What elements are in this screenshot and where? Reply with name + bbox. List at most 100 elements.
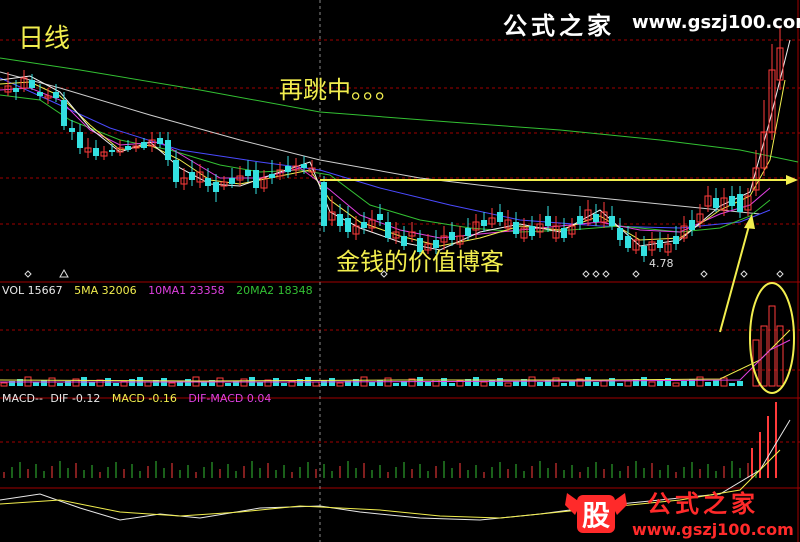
macd-value: MACD -0.16 bbox=[111, 392, 177, 405]
candle-down bbox=[173, 160, 179, 182]
signal-diamond bbox=[632, 270, 640, 278]
candle-down bbox=[361, 222, 367, 228]
signal-triangle bbox=[59, 268, 69, 278]
annotation-top: 再跳中。。。 bbox=[279, 76, 399, 104]
ma-line-magenta bbox=[0, 87, 771, 239]
volume-bar bbox=[225, 383, 231, 386]
candle-down bbox=[157, 138, 163, 144]
candle-down bbox=[93, 148, 99, 156]
candle-down bbox=[625, 236, 631, 248]
candle-down bbox=[37, 92, 43, 96]
volume-bar bbox=[432, 379, 440, 387]
volume-bar bbox=[696, 376, 704, 387]
candle-down bbox=[529, 226, 535, 236]
annotation-watermark-blog: 金钱的价值博客 bbox=[336, 248, 504, 276]
candle-down bbox=[141, 142, 147, 148]
candle-down bbox=[337, 214, 343, 226]
volume-bar bbox=[257, 382, 263, 386]
candle-down bbox=[545, 216, 551, 226]
vol-ma-line bbox=[0, 339, 791, 383]
period-label: 日线 bbox=[18, 24, 71, 54]
volume-bar bbox=[41, 380, 47, 386]
signal-diamond bbox=[582, 270, 590, 278]
candle-down bbox=[481, 220, 487, 226]
volume-bar bbox=[609, 378, 615, 386]
candle-down bbox=[269, 174, 275, 178]
low-price-label: 4.78 bbox=[649, 257, 674, 270]
volume-bar bbox=[377, 380, 383, 386]
candle-down bbox=[657, 240, 663, 248]
candle-down bbox=[737, 194, 743, 212]
volume-bar bbox=[144, 381, 152, 387]
candle-down bbox=[713, 198, 719, 208]
volume-bar bbox=[720, 377, 728, 387]
volume-bar bbox=[504, 382, 512, 387]
candle-down bbox=[609, 216, 615, 226]
candle-down bbox=[377, 214, 383, 220]
volume-bar bbox=[672, 382, 680, 387]
volume-indicator-bar: VOL 15667 5MA 32006 10MA1 23358 20MA2 18… bbox=[2, 284, 321, 297]
volume-bar bbox=[369, 382, 375, 386]
volume-bar-spike bbox=[776, 325, 784, 387]
watermark-url: www.gszj100.com bbox=[632, 520, 794, 539]
vol-value: VOL 15667 bbox=[2, 284, 63, 297]
volume-bar bbox=[737, 381, 743, 386]
candle-down bbox=[729, 196, 735, 206]
signal-diamond bbox=[602, 270, 610, 278]
volume-bar bbox=[57, 383, 63, 386]
macd-dif: DIF -0.12 bbox=[50, 392, 101, 405]
candle-down bbox=[497, 212, 503, 222]
volume-bar bbox=[89, 382, 95, 386]
site-brand-url: www.gszj100.com bbox=[632, 12, 800, 33]
candle-down bbox=[213, 182, 219, 192]
watermark-logo: 股 bbox=[565, 493, 627, 533]
vol-ma10: 10MA1 23358 bbox=[148, 284, 225, 297]
volume-bar bbox=[0, 382, 8, 387]
volume-bar bbox=[552, 377, 560, 387]
volume-bar bbox=[393, 383, 399, 386]
breakout-arrow-line bbox=[719, 221, 751, 333]
candle-down bbox=[109, 150, 115, 152]
volume-bar bbox=[641, 377, 647, 386]
signal-diamond bbox=[700, 270, 708, 278]
volume-bar bbox=[729, 383, 735, 386]
candle-down bbox=[689, 220, 695, 230]
volume-bar bbox=[113, 383, 119, 386]
macd-indicator-bar: MACD-- DIF -0.12 MACD -0.16 DIF-MACD 0.0… bbox=[2, 392, 279, 405]
candle-down bbox=[245, 170, 251, 176]
ma-line-green-short bbox=[0, 94, 771, 233]
candle-down bbox=[593, 214, 599, 222]
volume-bar bbox=[336, 382, 344, 387]
volume-bar bbox=[648, 381, 656, 387]
volume-bar bbox=[449, 383, 455, 386]
volume-bar bbox=[312, 381, 320, 387]
support-line-arrow bbox=[786, 175, 798, 185]
candle-down bbox=[13, 88, 19, 92]
volume-bar bbox=[425, 382, 431, 386]
signal-diamond bbox=[776, 270, 784, 278]
volume-bar bbox=[281, 383, 287, 386]
volume-bar bbox=[537, 382, 543, 386]
candle-down bbox=[465, 228, 471, 236]
candle-down bbox=[577, 216, 583, 224]
volume-bar bbox=[33, 382, 39, 386]
candle-down bbox=[385, 222, 391, 238]
candle-down bbox=[561, 228, 567, 238]
volume-bar bbox=[681, 381, 687, 386]
candle-down bbox=[513, 222, 519, 234]
vol-ma5: 5MA 32006 bbox=[74, 284, 137, 297]
watermark-name: 公式之家 bbox=[647, 490, 759, 518]
volume-bar bbox=[201, 382, 207, 386]
annotation-overlay bbox=[320, 175, 798, 394]
volume-bar bbox=[321, 380, 327, 386]
candle-down bbox=[53, 92, 59, 98]
candle-down bbox=[449, 232, 455, 240]
candle-down bbox=[61, 100, 67, 126]
volume-bar bbox=[480, 381, 488, 387]
stock-chart-window: 日线 公式之家 www.gszj100.com 再跳中。。。 金钱的价值博客 4… bbox=[0, 0, 800, 542]
candle-down bbox=[205, 178, 211, 186]
vol-ma-line bbox=[0, 329, 791, 382]
candle-down bbox=[321, 182, 327, 226]
candle-down bbox=[165, 140, 171, 160]
site-brand-name: 公式之家 bbox=[503, 12, 615, 40]
